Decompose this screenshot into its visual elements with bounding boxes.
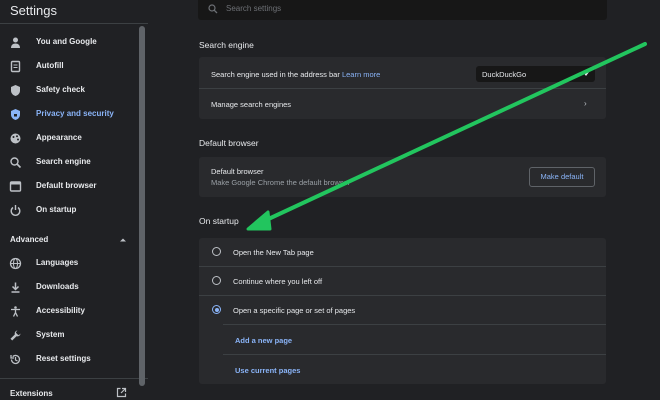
- startup-option-label: Open the New Tab page: [233, 248, 314, 257]
- accessibility-icon: [11, 306, 20, 317]
- radio-button-selected[interactable]: [212, 305, 221, 314]
- sidebar-item-search-engine[interactable]: Search engine: [0, 151, 136, 173]
- chevron-right-icon: ›: [584, 99, 587, 108]
- address-bar-engine-row: Search engine used in the address bar Le…: [211, 70, 471, 79]
- sidebar: Settings You and Google Autofill Safety …: [0, 0, 148, 400]
- sidebar-item-label: Safety check: [36, 85, 85, 94]
- row-divider: [199, 295, 606, 296]
- dropdown-caret-icon: [583, 72, 589, 76]
- sidebar-item-extensions[interactable]: Extensions: [10, 389, 53, 398]
- download-icon: [11, 282, 20, 293]
- sidebar-item-safety-check[interactable]: Safety check: [0, 79, 136, 101]
- sidebar-item-autofill[interactable]: Autofill: [0, 55, 136, 77]
- history-icon: [10, 354, 21, 365]
- learn-more-link[interactable]: Learn more: [342, 70, 380, 79]
- clipboard-icon: [10, 60, 21, 73]
- sidebar-item-appearance[interactable]: Appearance: [0, 127, 136, 149]
- row-divider: [199, 266, 606, 267]
- palette-icon: [10, 133, 21, 144]
- row-divider: [223, 324, 606, 325]
- make-default-button[interactable]: Make default: [529, 167, 595, 187]
- advanced-label: Advanced: [10, 235, 49, 244]
- manage-search-engines-row[interactable]: Manage search engines ›: [199, 88, 606, 119]
- sidebar-item-label: You and Google: [36, 37, 97, 46]
- sidebar-item-default-browser[interactable]: Default browser: [0, 175, 136, 197]
- globe-icon: [9, 257, 22, 270]
- sidebar-item-label: Languages: [36, 258, 79, 267]
- sidebar-item-label: Reset settings: [36, 354, 91, 363]
- search-placeholder: Search settings: [226, 4, 282, 13]
- shield-lock-icon: [11, 109, 20, 120]
- radio-button[interactable]: [212, 247, 221, 256]
- advanced-section-toggle[interactable]: Advanced: [10, 235, 128, 247]
- sidebar-item-label: System: [36, 330, 65, 339]
- manage-search-engines-label: Manage search engines: [211, 100, 292, 109]
- power-icon: [10, 205, 21, 216]
- sidebar-divider: [0, 378, 148, 379]
- sidebar-divider: [0, 23, 148, 24]
- sidebar-item-you-and-google[interactable]: You and Google: [0, 31, 136, 53]
- section-title-on-startup: On startup: [199, 216, 239, 226]
- sidebar-scrollbar[interactable]: [139, 26, 145, 386]
- search-input[interactable]: Search settings: [198, 0, 607, 20]
- browser-icon: [9, 181, 22, 192]
- radio-button[interactable]: [212, 276, 221, 285]
- search-icon: [208, 4, 218, 14]
- sidebar-item-label: Default browser: [36, 181, 97, 190]
- person-icon: [11, 37, 20, 48]
- external-link-icon[interactable]: [116, 387, 127, 398]
- app-title: Settings: [10, 3, 57, 18]
- main-content: Search settings Search engine Search eng…: [148, 0, 660, 400]
- sidebar-item-label: Privacy and security: [36, 109, 114, 118]
- section-title-default-browser: Default browser: [199, 138, 259, 148]
- search-engine-select[interactable]: DuckDuckGo: [476, 66, 595, 82]
- sidebar-item-privacy-and-security[interactable]: Privacy and security: [0, 103, 136, 125]
- shield-icon: [11, 85, 20, 96]
- sidebar-item-label: Autofill: [36, 61, 64, 70]
- startup-option-label: Open a specific page or set of pages: [233, 306, 356, 315]
- default-browser-row-title: Default browser: [211, 167, 264, 176]
- sidebar-item-label: Search engine: [36, 157, 91, 166]
- sidebar-item-system[interactable]: System: [0, 324, 136, 346]
- search-engine-card: Search engine used in the address bar Le…: [199, 57, 606, 119]
- sidebar-item-languages[interactable]: Languages: [0, 252, 136, 274]
- use-current-pages-link[interactable]: Use current pages: [235, 366, 300, 375]
- add-new-page-link[interactable]: Add a new page: [235, 336, 292, 345]
- sidebar-item-accessibility[interactable]: Accessibility: [0, 300, 136, 322]
- wrench-icon: [10, 330, 21, 341]
- sidebar-item-downloads[interactable]: Downloads: [0, 276, 136, 298]
- sidebar-item-label: Accessibility: [36, 306, 85, 315]
- default-browser-card: Default browser Make Google Chrome the d…: [199, 157, 606, 197]
- sidebar-item-label: Downloads: [36, 282, 79, 291]
- sidebar-item-label: Appearance: [36, 133, 82, 142]
- chevron-up-icon: [120, 238, 126, 242]
- on-startup-card: Open the New Tab page Continue where you…: [199, 238, 606, 384]
- startup-option-label: Continue where you left off: [233, 277, 323, 286]
- default-browser-row-subtitle: Make Google Chrome the default browser: [211, 178, 351, 187]
- row-divider: [223, 354, 606, 355]
- sidebar-item-label: On startup: [36, 205, 77, 214]
- search-icon: [10, 157, 22, 169]
- sidebar-item-on-startup[interactable]: On startup: [0, 199, 136, 221]
- search-engine-selected-value: DuckDuckGo: [482, 70, 527, 79]
- address-bar-engine-label: Search engine used in the address bar: [211, 70, 340, 79]
- section-title-search-engine: Search engine: [199, 40, 254, 50]
- sidebar-item-reset-settings[interactable]: Reset settings: [0, 348, 136, 370]
